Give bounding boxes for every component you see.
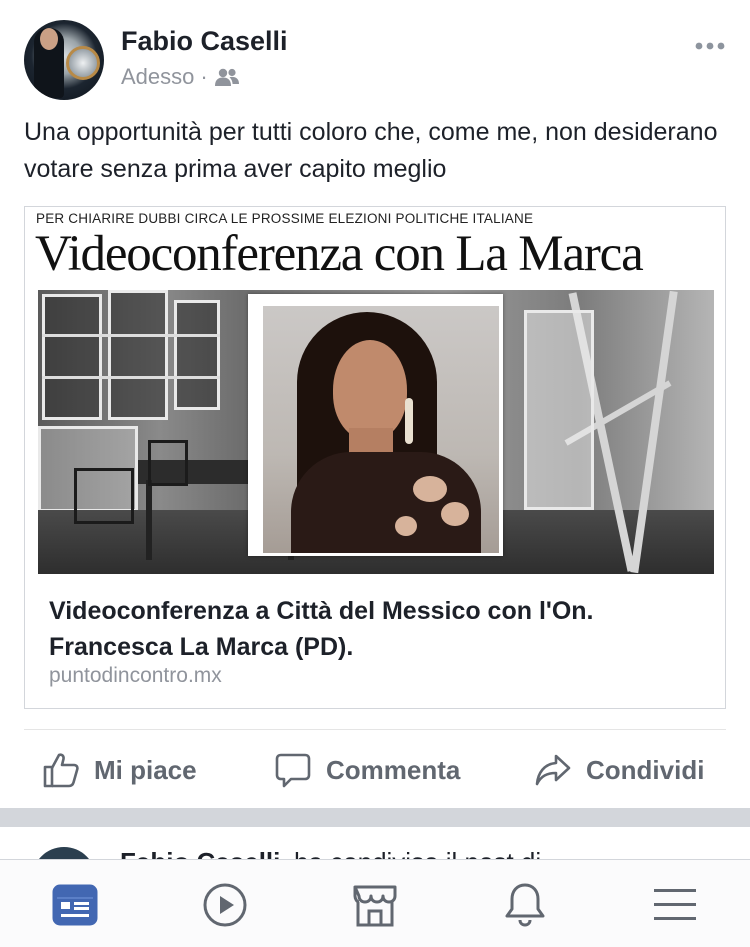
chair [148, 440, 188, 486]
dress-pattern [413, 476, 447, 502]
link-preview-card[interactable]: PER CHIARIRE DUBBI CIRCA LE PROSSIME ELE… [24, 206, 726, 709]
thumbs-up-icon [43, 753, 79, 788]
author-avatar[interactable] [24, 20, 104, 100]
cabinet [42, 294, 102, 420]
next-post-snippet: ha condiviso il post di [294, 847, 541, 859]
portrait-photo [263, 306, 499, 553]
tab-video[interactable] [200, 880, 250, 930]
dress-pattern [441, 502, 469, 526]
image-kicker: PER CHIARIRE DUBBI CIRCA LE PROSSIME ELE… [36, 211, 534, 226]
meta-separator: · [200, 64, 208, 89]
link-domain: puntodincontro.mx [49, 664, 222, 687]
tab-menu[interactable] [650, 880, 700, 930]
next-post-preview[interactable]: Fabio Caselli ha condiviso il post di [0, 827, 750, 859]
like-label: Mi piace [94, 754, 197, 785]
share-arrow-icon [535, 754, 571, 786]
actions-divider [24, 729, 726, 730]
author-name[interactable]: Fabio Caselli [121, 26, 288, 57]
post-text: Una opportunità per tutti coloro che, co… [24, 118, 718, 183]
next-post-avatar[interactable] [32, 847, 96, 859]
shelf-line [42, 334, 220, 337]
more-options-icon[interactable] [694, 38, 726, 54]
like-button[interactable]: Mi piace [42, 748, 197, 792]
avatar-face [40, 28, 58, 50]
link-title[interactable]: Videoconferenza a Città del Messico con … [49, 593, 709, 665]
notifications-icon [505, 883, 545, 927]
share-label: Condividi [586, 754, 705, 785]
post-timestamp[interactable]: Adesso [121, 64, 194, 90]
comment-button[interactable]: Commenta [274, 748, 460, 792]
comment-label: Commenta [326, 754, 461, 785]
link-preview-image[interactable]: PER CHIARIRE DUBBI CIRCA LE PROSSIME ELE… [25, 207, 725, 574]
portrait-earring [405, 398, 413, 444]
video-icon [203, 883, 247, 927]
news-feed-icon [52, 884, 98, 926]
image-headline: Videoconferenza con La Marca [35, 226, 644, 282]
tab-news-feed[interactable] [50, 880, 100, 930]
comment-bubble-icon [275, 753, 311, 788]
shelf-line [42, 376, 220, 379]
cabinet [524, 310, 594, 510]
chair [74, 468, 134, 524]
portrait-frame [248, 294, 503, 556]
post-meta: Adesso · [121, 64, 240, 90]
next-post-author[interactable]: Fabio Caselli [120, 847, 280, 859]
bottom-tab-bar [0, 859, 750, 947]
portrait-face [333, 340, 407, 440]
room-photo [38, 290, 714, 574]
tab-notifications[interactable] [500, 880, 550, 930]
dress-pattern [395, 516, 417, 536]
tab-marketplace[interactable] [350, 880, 400, 930]
share-button[interactable]: Condividi [534, 748, 704, 792]
feed-separator [0, 808, 750, 827]
table-leg [146, 480, 152, 560]
cabinet [108, 290, 168, 420]
avatar-globe [66, 46, 100, 80]
friends-icon[interactable] [214, 67, 240, 87]
feed-post: Fabio Caselli Adesso · Una opportunità p… [0, 0, 750, 808]
marketplace-icon [353, 885, 397, 927]
menu-icon [654, 889, 696, 920]
cabinet [174, 300, 220, 410]
